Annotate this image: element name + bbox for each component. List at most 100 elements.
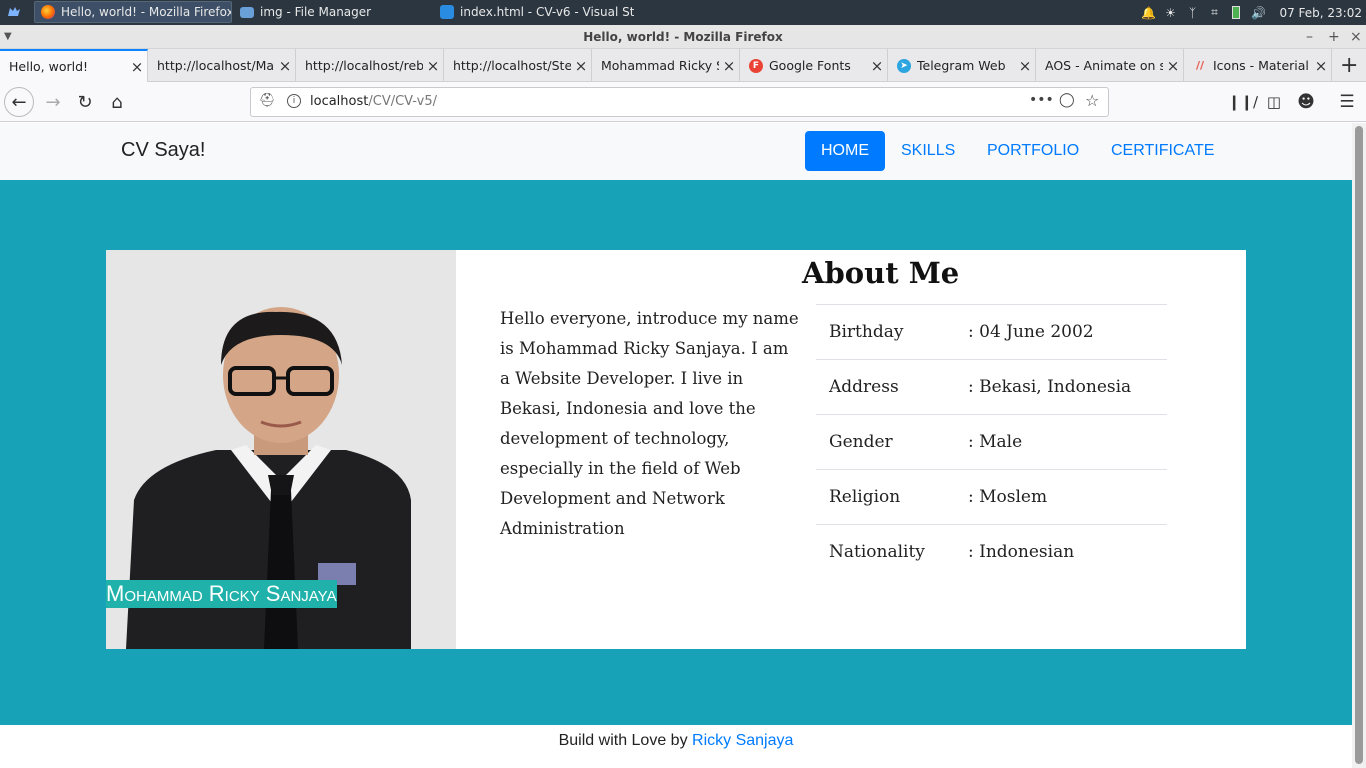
battery-icon[interactable] [1229, 6, 1243, 20]
tab-localhost-reb[interactable]: http://localhost/reb × [296, 49, 444, 82]
tab-localhost-ma[interactable]: http://localhost/Ma × [148, 49, 296, 82]
tab-label: Mohammad Ricky S [601, 58, 719, 73]
vscode-icon [440, 5, 454, 19]
tab-label: Telegram Web [917, 58, 1006, 73]
shield-icon[interactable]: ⛑ [259, 93, 276, 108]
tab-label: Icons - Material [1213, 58, 1309, 73]
close-tab-icon[interactable]: × [571, 57, 591, 75]
page-viewport: CV Saya! HOME SKILLS PORTFOLIO CERTIFICA… [0, 123, 1352, 768]
taskbar: Hello, world! - Mozilla Firefox img - Fi… [0, 0, 1366, 25]
tab-bar: Hello, world! × http://localhost/Ma × ht… [0, 49, 1366, 82]
scrollbar-thumb[interactable] [1355, 126, 1363, 764]
info-key: Address [816, 359, 955, 415]
wifi-icon[interactable]: ⌗ [1207, 5, 1221, 20]
info-value: : Male [955, 414, 1167, 470]
close-tab-icon[interactable]: × [867, 57, 887, 75]
folder-icon [240, 6, 254, 18]
info-table: Birthday : 04 June 2002 Address : Bekasi… [816, 304, 1167, 580]
tab-label: http://localhost/Ste [453, 58, 571, 73]
system-tray: 🔔 ☀ ᛉ ⌗ 🔊 07 Feb, 23:02 [1141, 0, 1366, 25]
app-menu-icon[interactable] [6, 4, 22, 20]
back-icon[interactable]: ← [4, 87, 34, 117]
tab-localhost-ste[interactable]: http://localhost/Ste × [444, 49, 592, 82]
tab-label: http://localhost/Ma [157, 58, 275, 73]
taskbar-item-label: index.html - CV-v6 - Visual St... [460, 5, 634, 19]
profile-card: Mohammad Ricky Sanjaya Hello everyone, i… [106, 250, 1246, 649]
info-row: Address : Bekasi, Indonesia [816, 359, 1167, 415]
site-brand[interactable]: CV Saya! [121, 139, 205, 162]
tab-label: http://localhost/reb [305, 58, 423, 73]
url-text: localhost/CV/CV-v5/ [310, 94, 437, 109]
info-icon[interactable]: i [287, 94, 301, 108]
footer-author-link[interactable]: Ricky Sanjaya [692, 732, 793, 749]
close-tab-icon[interactable]: × [719, 57, 739, 75]
tab-label: Google Fonts [769, 58, 851, 73]
taskbar-item-label: img - File Manager [260, 5, 372, 19]
bell-icon[interactable]: 🔔 [1141, 6, 1156, 20]
tab-mohammad-ricky[interactable]: Mohammad Ricky S × [592, 49, 740, 82]
new-tab-icon[interactable]: + [1340, 53, 1358, 78]
reload-icon[interactable]: ↻ [70, 87, 100, 117]
close-tab-icon[interactable]: × [1163, 57, 1183, 75]
page-scrollbar[interactable] [1352, 123, 1366, 768]
info-row: Gender : Male [816, 414, 1167, 470]
bluetooth-icon[interactable]: ᛉ [1185, 6, 1199, 20]
nav-certificate[interactable]: CERTIFICATE [1095, 131, 1230, 171]
library-icon[interactable]: ❙❙∕ [1228, 87, 1258, 117]
close-window-icon[interactable]: × [1350, 25, 1362, 49]
brightness-icon[interactable]: ☀ [1163, 6, 1177, 20]
taskbar-item-firefox[interactable]: Hello, world! - Mozilla Firefox [34, 1, 232, 23]
window-title: Hello, world! - Mozilla Firefox [583, 30, 783, 44]
photo-caption: Mohammad Ricky Sanjaya [106, 580, 337, 608]
forward-icon[interactable]: → [38, 87, 68, 117]
volume-icon[interactable]: 🔊 [1251, 6, 1266, 20]
tab-label: Hello, world! [9, 59, 89, 74]
maximize-icon[interactable]: + [1328, 25, 1340, 49]
taskbar-item-file-manager[interactable]: img - File Manager [234, 1, 424, 23]
minimize-icon[interactable]: – [1306, 25, 1313, 49]
bookmark-star-icon[interactable]: ☆ [1085, 91, 1099, 110]
close-tab-icon[interactable]: × [1311, 57, 1331, 75]
info-value: : Moslem [955, 469, 1167, 525]
info-row: Religion : Moslem [816, 469, 1167, 525]
nav-skills[interactable]: SKILLS [885, 131, 971, 171]
profile-photo: Mohammad Ricky Sanjaya [106, 250, 456, 649]
info-key: Gender [816, 414, 955, 470]
taskbar-item-vscode[interactable]: index.html - CV-v6 - Visual St... [434, 1, 634, 23]
about-title: About Me [802, 256, 960, 290]
tab-label: AOS - Animate on sc [1045, 58, 1163, 73]
home-icon[interactable]: ⌂ [102, 87, 132, 117]
navigation-toolbar: ← → ↻ ⌂ ⛑ i localhost/CV/CV-v5/ ••• ◯ ☆ … [0, 82, 1366, 122]
pocket-icon[interactable]: ◯ [1059, 92, 1075, 108]
site-navbar: CV Saya! HOME SKILLS PORTFOLIO CERTIFICA… [0, 123, 1352, 180]
clock[interactable]: 07 Feb, 23:02 [1279, 6, 1362, 20]
close-tab-icon[interactable]: × [275, 57, 295, 75]
page-actions-icon[interactable]: ••• [1029, 92, 1054, 108]
close-tab-icon[interactable]: × [423, 57, 443, 75]
tab-hello-world[interactable]: Hello, world! × [0, 49, 148, 82]
tab-aos[interactable]: AOS - Animate on sc × [1036, 49, 1184, 82]
account-icon[interactable]: ☻ [1291, 87, 1321, 117]
sidebar-icon[interactable]: ◫ [1259, 87, 1289, 117]
hamburger-menu-icon[interactable]: ☰ [1332, 87, 1362, 117]
window-menu-icon[interactable]: ▼ [4, 25, 12, 49]
taskbar-item-label: Hello, world! - Mozilla Firefox [61, 5, 232, 19]
material-icon: // [1195, 59, 1205, 72]
info-value: : Indonesian [955, 524, 1167, 580]
nav-home[interactable]: HOME [805, 131, 885, 171]
firefox-icon [41, 5, 55, 19]
url-bar[interactable]: ⛑ i localhost/CV/CV-v5/ ••• ◯ ☆ [250, 87, 1109, 117]
info-key: Birthday [816, 304, 955, 360]
google-fonts-icon: F [749, 58, 763, 73]
bio-text: Hello everyone, introduce my name is Moh… [500, 309, 799, 538]
tab-google-fonts[interactable]: F Google Fonts × [740, 49, 888, 82]
close-tab-icon[interactable]: × [1015, 57, 1035, 75]
tab-material-icons[interactable]: // Icons - Material × [1184, 49, 1332, 82]
info-row: Birthday : 04 June 2002 [816, 304, 1167, 360]
close-tab-icon[interactable]: × [127, 58, 147, 76]
nav-portfolio[interactable]: PORTFOLIO [971, 131, 1095, 171]
footer-text: Build with Love by [558, 732, 693, 749]
info-key: Nationality [816, 524, 955, 580]
url-path: /CV/CV-v5/ [368, 94, 437, 109]
tab-telegram[interactable]: ➤ Telegram Web × [888, 49, 1036, 82]
